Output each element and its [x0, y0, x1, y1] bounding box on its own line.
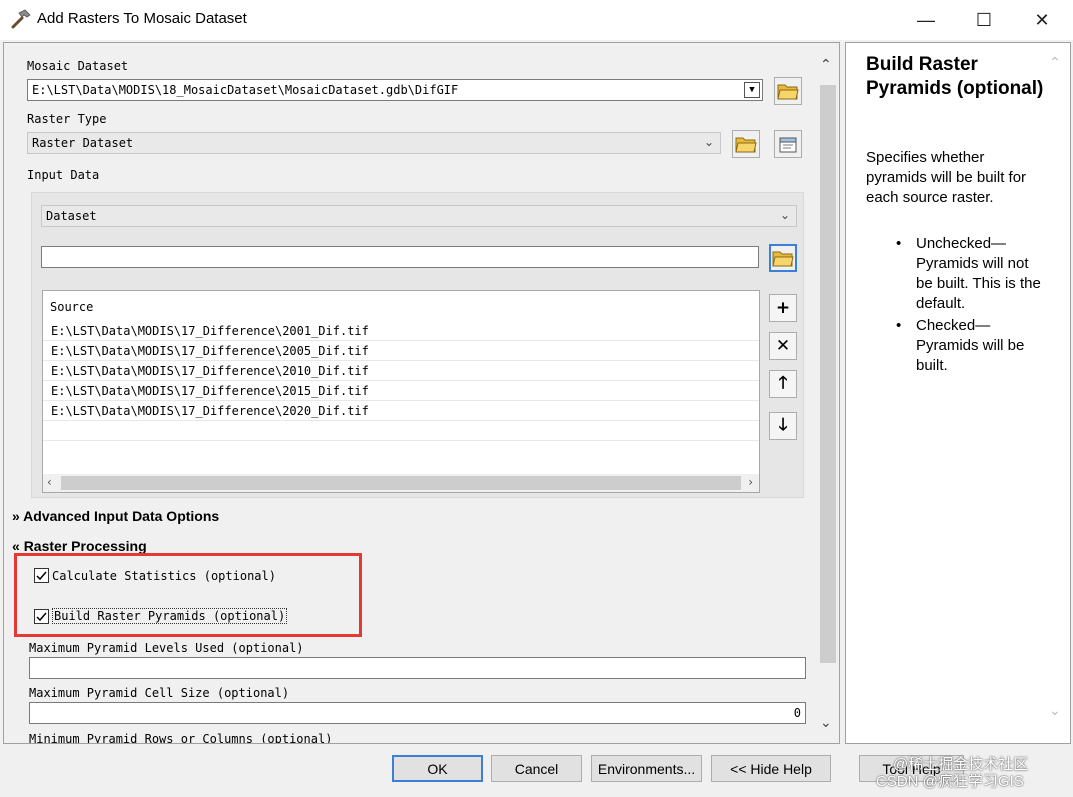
input-path-field[interactable]	[41, 246, 759, 268]
title-bar: Add Rasters To Mosaic Dataset — ☐ ✕	[0, 0, 1073, 40]
help-bullet-list: Unchecked—Pyramids will not be built. Th…	[896, 234, 1046, 378]
scroll-thumb[interactable]	[820, 85, 836, 663]
remove-source-button[interactable]: ✕	[769, 332, 797, 360]
source-header: Source	[50, 300, 94, 314]
raster-processing-toggle[interactable]: « Raster Processing	[12, 538, 147, 554]
horizontal-scrollbar[interactable]: ‹ ›	[43, 474, 759, 492]
max-pyramid-levels-label: Maximum Pyramid Levels Used (optional)	[29, 641, 304, 655]
scroll-up-icon[interactable]: ⌃	[1049, 55, 1061, 71]
list-item[interactable]: E:\LST\Data\MODIS\17_Difference\2005_Dif…	[43, 341, 759, 361]
input-data-type-select[interactable]: Dataset ⌄	[41, 205, 797, 227]
list-item-empty	[43, 421, 759, 441]
mosaic-dataset-label: Mosaic Dataset	[27, 59, 129, 73]
x-icon: ✕	[775, 336, 791, 356]
advanced-section-toggle[interactable]: » Advanced Input Data Options	[12, 508, 219, 524]
raster-type-label: Raster Type	[27, 112, 107, 126]
maximize-button[interactable]: ☐	[955, 0, 1013, 40]
mosaic-dataset-value: E:\LST\Data\MODIS\18_MosaicDataset\Mosai…	[32, 83, 459, 97]
raster-type-properties-button[interactable]	[774, 130, 802, 158]
list-item[interactable]: E:\LST\Data\MODIS\17_Difference\2015_Dif…	[43, 381, 759, 401]
min-pyramid-rows-label: Minimum Pyramid Rows or Columns (optiona…	[29, 732, 333, 744]
browse-mosaic-button[interactable]	[774, 77, 802, 105]
open-folder-icon	[777, 84, 799, 100]
plus-icon: +	[775, 298, 791, 318]
scroll-up-icon[interactable]: ⌃	[820, 57, 832, 73]
raster-type-select[interactable]: Raster Dataset ⌄	[27, 132, 721, 154]
calculate-statistics-option[interactable]: Calculate Statistics (optional)	[34, 568, 276, 583]
collapse-icon: «	[12, 538, 20, 554]
parameters-panel: Mosaic Dataset E:\LST\Data\MODIS\18_Mosa…	[3, 42, 840, 744]
help-bullet: Unchecked—Pyramids will not be built. Th…	[896, 234, 1046, 314]
open-folder-icon	[772, 251, 794, 267]
max-pyramid-cell-label: Maximum Pyramid Cell Size (optional)	[29, 686, 290, 700]
source-list[interactable]: Source E:\LST\Data\MODIS\17_Difference\2…	[42, 290, 760, 493]
chevron-down-icon: ⌄	[703, 135, 714, 149]
hammer-icon	[11, 9, 31, 29]
list-item[interactable]: E:\LST\Data\MODIS\17_Difference\2001_Dif…	[43, 321, 759, 341]
calculate-statistics-checkbox[interactable]	[34, 568, 49, 583]
input-data-label: Input Data	[27, 168, 100, 182]
close-button[interactable]: ✕	[1013, 0, 1071, 40]
check-icon	[36, 571, 47, 581]
max-pyramid-cell-field[interactable]: 0	[29, 702, 806, 724]
input-data-group: Dataset ⌄ Source E:\LST\Data\MODIS\17_Di…	[31, 192, 804, 498]
move-up-button[interactable]: 🡑	[769, 370, 797, 398]
help-title: Build Raster Pyramids (optional)	[866, 54, 1044, 99]
build-pyramids-option[interactable]: Build Raster Pyramids (optional)	[34, 608, 288, 624]
open-folder-icon	[735, 137, 757, 153]
vertical-scrollbar[interactable]: ⌃ ⌄	[816, 55, 838, 743]
scroll-left-icon[interactable]: ‹	[47, 475, 52, 489]
raster-type-value: Raster Dataset	[32, 136, 134, 150]
scroll-down-icon[interactable]: ⌄	[1049, 703, 1061, 719]
properties-icon	[779, 137, 797, 153]
watermark-line-2: CSDN @疯狂学习GIS	[876, 773, 1024, 790]
browse-input-button[interactable]	[769, 244, 797, 272]
minimize-button[interactable]: —	[897, 0, 955, 40]
expand-icon: »	[12, 508, 20, 524]
arrow-up-icon: 🡑	[778, 372, 788, 393]
list-item[interactable]: E:\LST\Data\MODIS\17_Difference\2010_Dif…	[43, 361, 759, 381]
scroll-thumb[interactable]	[61, 476, 741, 490]
build-pyramids-label: Build Raster Pyramids (optional)	[52, 608, 288, 624]
window-title: Add Rasters To Mosaic Dataset	[37, 10, 247, 27]
scroll-down-icon[interactable]: ⌄	[820, 715, 832, 731]
dropdown-arrow-icon[interactable]: ▼	[744, 82, 760, 98]
input-data-type-value: Dataset	[46, 209, 97, 223]
hide-help-button[interactable]: << Hide Help	[711, 755, 831, 782]
cancel-button[interactable]: Cancel	[491, 755, 582, 782]
arrow-down-icon: 🡓	[778, 414, 788, 435]
help-bullet: Checked—Pyramids will be built.	[896, 316, 1046, 376]
max-pyramid-levels-field[interactable]	[29, 657, 806, 679]
advanced-section-title: Advanced Input Data Options	[23, 508, 220, 524]
build-pyramids-checkbox[interactable]	[34, 608, 49, 624]
environments-button[interactable]: Environments...	[591, 755, 702, 782]
scroll-right-icon[interactable]: ›	[748, 475, 753, 489]
browse-raster-type-button[interactable]	[732, 130, 760, 158]
max-pyramid-cell-value: 0	[793, 706, 801, 720]
chevron-down-icon: ⌄	[779, 208, 790, 222]
ok-button[interactable]: OK	[392, 755, 483, 782]
help-description: Specifies whether pyramids will be built…	[866, 149, 1027, 206]
help-panel: Build Raster Pyramids (optional) Specifi…	[845, 42, 1071, 744]
highlight-box	[14, 553, 362, 637]
check-icon	[36, 612, 47, 621]
mosaic-dataset-field[interactable]: E:\LST\Data\MODIS\18_MosaicDataset\Mosai…	[27, 79, 763, 101]
add-source-button[interactable]: +	[769, 294, 797, 322]
move-down-button[interactable]: 🡓	[769, 412, 797, 440]
calculate-statistics-label: Calculate Statistics (optional)	[52, 568, 276, 583]
list-item[interactable]: E:\LST\Data\MODIS\17_Difference\2020_Dif…	[43, 401, 759, 421]
raster-processing-title: Raster Processing	[23, 538, 147, 554]
